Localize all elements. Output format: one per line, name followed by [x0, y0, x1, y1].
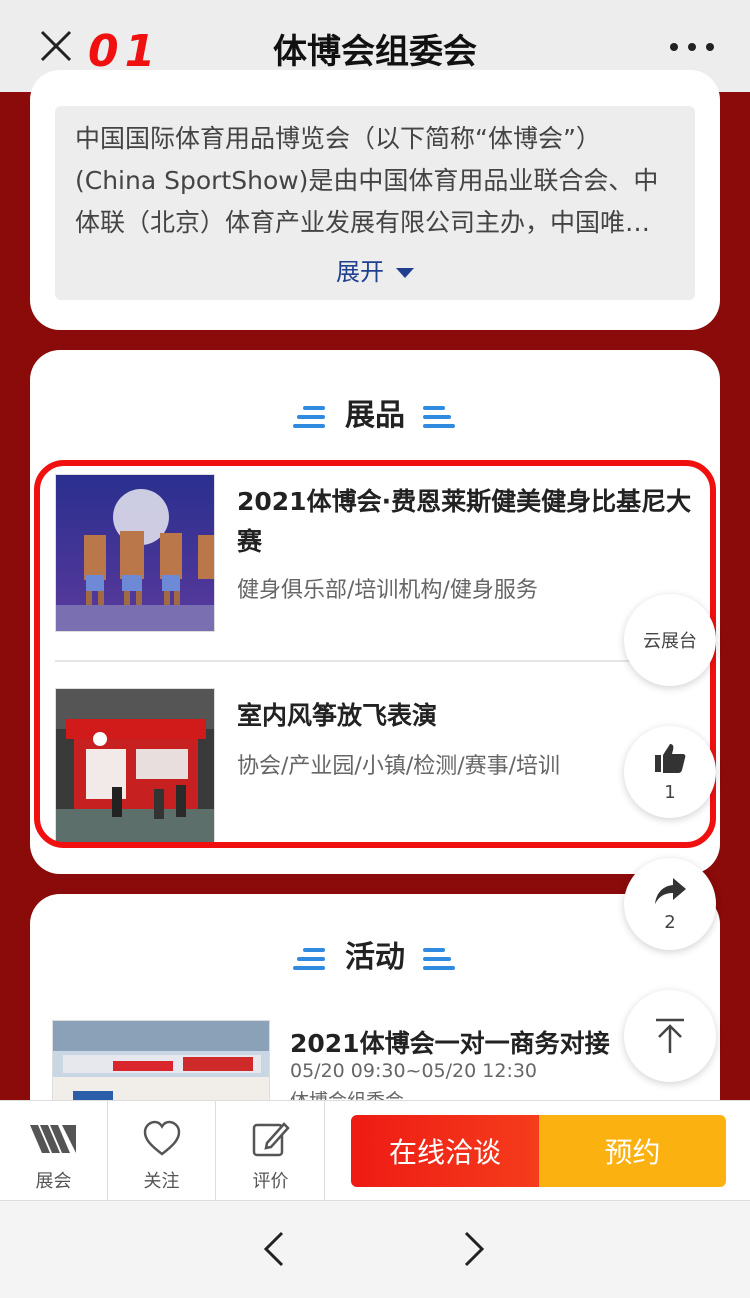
expand-button[interactable]: 展开	[55, 252, 695, 287]
cloud-booth-label: 云展台	[643, 631, 697, 652]
more-options-icon[interactable]	[670, 30, 714, 64]
like-count: 1	[664, 781, 676, 803]
highlight-outline	[34, 460, 716, 848]
products-title-text: 展品	[345, 398, 405, 433]
page-title: 体博会组委会	[273, 32, 477, 72]
chevron-left-icon[interactable]	[258, 1229, 288, 1269]
intro-card: 中国国际体育用品博览会（以下简称“体博会”）(China SportShow)是…	[30, 70, 720, 330]
expand-label: 展开	[336, 258, 384, 286]
review-label: 评价	[252, 1171, 289, 1192]
products-section-title: 展品	[30, 390, 720, 434]
title-decor-icon	[423, 404, 457, 430]
title-decor-icon	[293, 946, 327, 972]
online-chat-button[interactable]: 在线洽谈	[351, 1115, 539, 1187]
intro-text: 中国国际体育用品博览会（以下简称“体博会”）(China SportShow)是…	[75, 124, 659, 237]
book-appointment-button[interactable]: 预约	[539, 1115, 726, 1187]
expo-label: 展会	[35, 1171, 72, 1192]
share-button[interactable]: 2	[624, 858, 716, 950]
activity-title[interactable]: 2021体博会一对一商务对接	[290, 1024, 610, 1060]
browser-nav-bar	[0, 1200, 750, 1298]
cloud-booth-button[interactable]: 云展台	[624, 594, 716, 686]
review-tab[interactable]: 评价	[217, 1101, 325, 1201]
activity-section-title: 活动	[30, 932, 720, 976]
expo-tab[interactable]: 展会	[0, 1101, 108, 1201]
heart-icon	[143, 1120, 181, 1156]
bottom-action-bar: 展会 关注 评价 在线洽谈 预约	[0, 1100, 750, 1201]
expo-logo-icon	[30, 1125, 76, 1153]
back-to-top-button[interactable]	[624, 990, 716, 1082]
follow-tab[interactable]: 关注	[108, 1101, 216, 1201]
activity-title-text: 活动	[345, 940, 405, 975]
title-decor-icon	[293, 404, 327, 430]
caret-down-icon	[396, 268, 414, 278]
like-button[interactable]: 1	[624, 726, 716, 818]
follow-label: 关注	[143, 1171, 180, 1192]
share-count: 2	[664, 911, 676, 933]
intro-box: 中国国际体育用品博览会（以下简称“体博会”）(China SportShow)是…	[55, 106, 695, 300]
thumbs-up-icon	[655, 743, 686, 773]
back-to-top-icon	[656, 1018, 684, 1053]
chevron-right-icon[interactable]	[460, 1229, 490, 1269]
share-arrow-icon	[655, 877, 686, 904]
title-decor-icon	[423, 946, 457, 972]
activity-time: 05/20 09:30~05/20 12:30	[290, 1060, 538, 1082]
edit-icon	[252, 1122, 290, 1157]
